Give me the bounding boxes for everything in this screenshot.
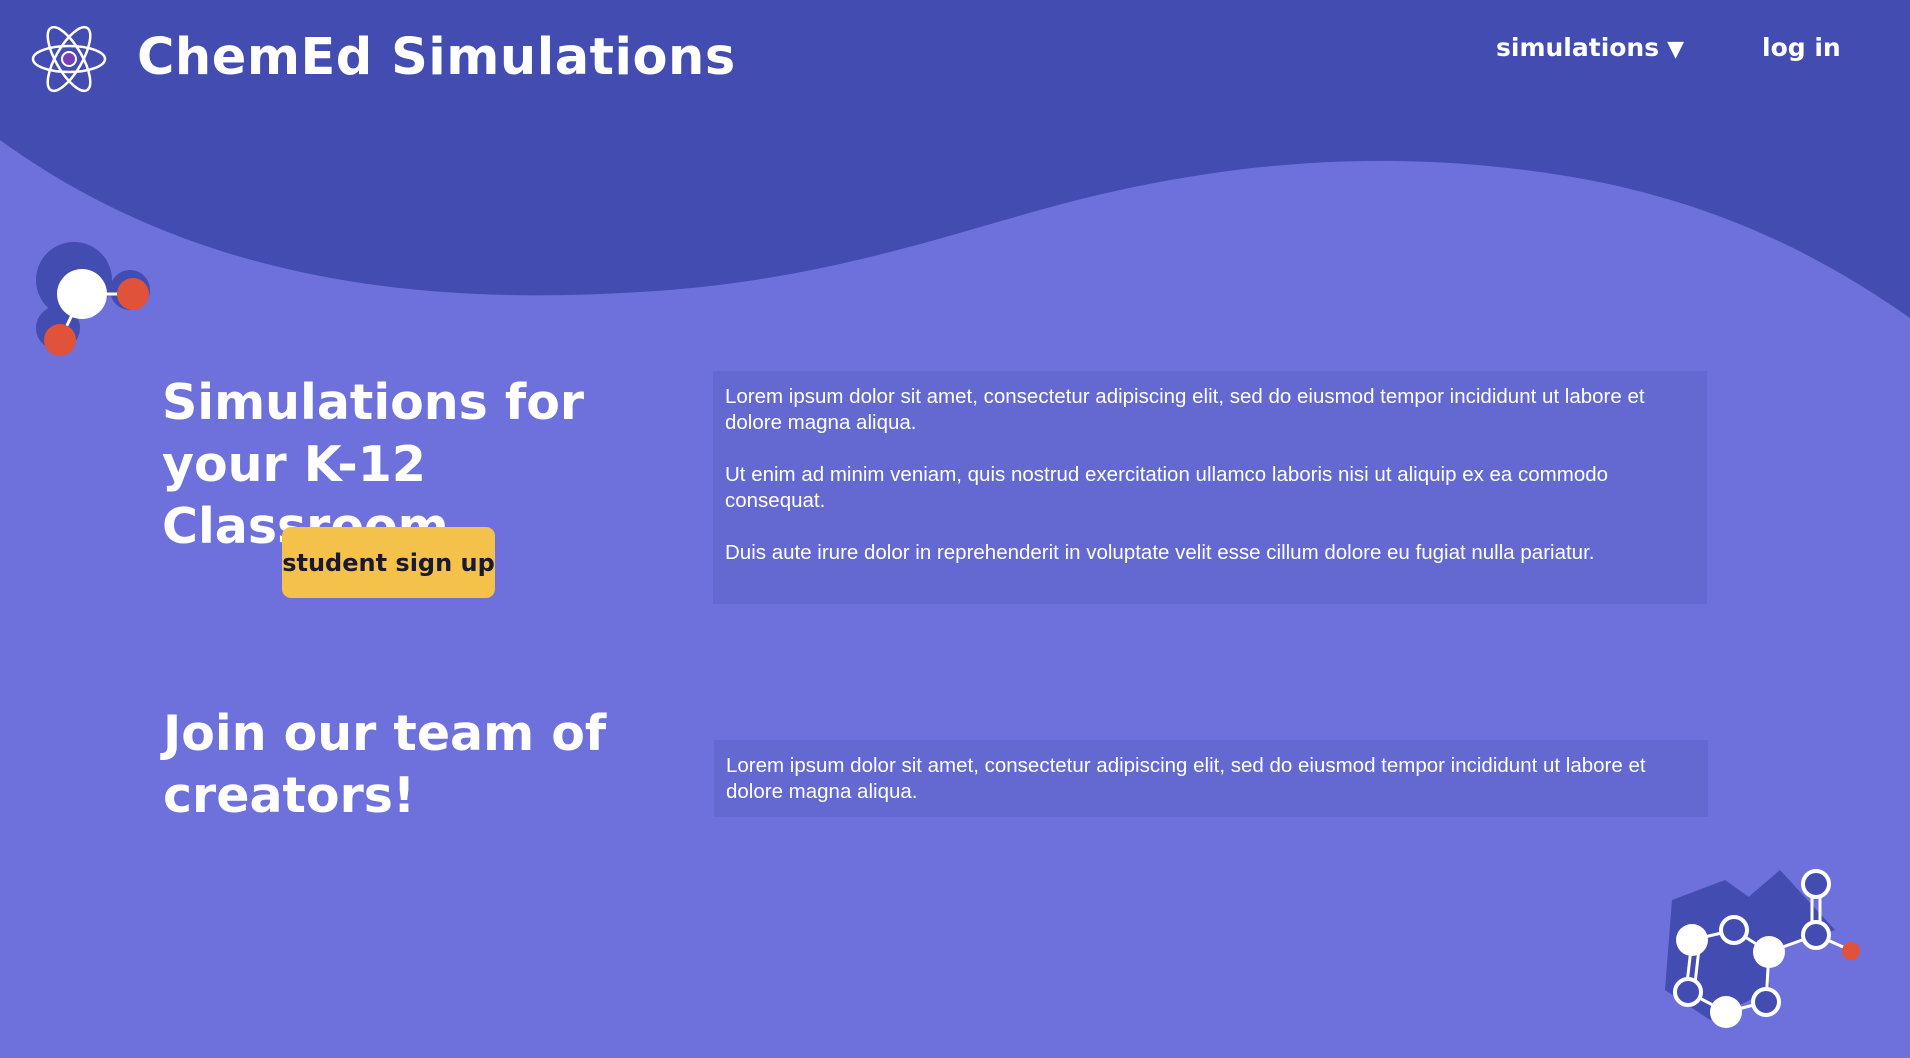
nav-simulations-label: simulations — [1496, 33, 1660, 62]
nav-simulations-dropdown[interactable]: simulations ▼ — [1496, 33, 1684, 62]
chevron-down-icon: ▼ — [1667, 37, 1685, 62]
hero-description-panel: Lorem ipsum dolor sit amet, consectetur … — [713, 371, 1707, 604]
molecule-structure-icon — [1665, 869, 1860, 1028]
join-paragraph: Lorem ipsum dolor sit amet, consectetur … — [726, 754, 1646, 803]
hero-paragraph-1: Lorem ipsum dolor sit amet, consectetur … — [725, 385, 1645, 434]
join-description-panel: Lorem ipsum dolor sit amet, consectetur … — [714, 740, 1708, 817]
site-title[interactable]: ChemEd Simulations — [137, 28, 736, 87]
hero-paragraph-2: Ut enim ad minim veniam, quis nostrud ex… — [725, 463, 1609, 512]
nav-login-link[interactable]: log in — [1762, 33, 1841, 62]
student-sign-up-button[interactable]: student sign up — [282, 527, 495, 598]
join-team-title: Join our team of creators! — [163, 705, 607, 824]
site-header: ChemEd Simulations simulations ▼ log in — [0, 0, 1910, 130]
atom-icon[interactable] — [30, 20, 108, 98]
hero-paragraph-3: Duis aute irure dolor in reprehenderit i… — [725, 541, 1595, 564]
landing-page: ChemEd Simulations simulations ▼ log in S… — [0, 0, 1910, 1058]
molecule-decoration-icon — [36, 242, 150, 356]
